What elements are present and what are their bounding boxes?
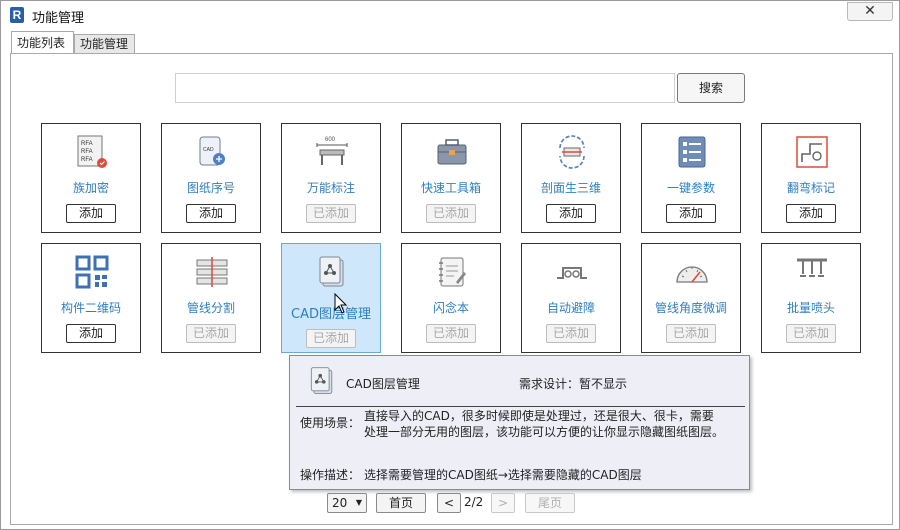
card-auto-avoid[interactable]: 自动避障 已添加 (521, 243, 621, 353)
added-button[interactable]: 已添加 (666, 324, 716, 343)
card-pipe-angle-adjust[interactable]: 管线角度微调 已添加 (641, 243, 741, 353)
auto-avoid-icon (557, 267, 587, 279)
bend-mark-icon (796, 136, 828, 168)
tab-function-manage[interactable]: 功能管理 (74, 34, 135, 54)
card-family-encrypt[interactable]: RFA RFA RFA 族加密 添加 (41, 123, 141, 233)
tab-function-list[interactable]: 功能列表 (11, 31, 74, 54)
feature-tooltip: CAD图层管理 需求设计：暂不显示 使用场景： 直接导入的CAD，很多时候即使是… (289, 355, 750, 490)
svg-text:RFA: RFA (81, 149, 93, 155)
added-button[interactable]: 已添加 (786, 324, 836, 343)
window-title: 功能管理 (32, 11, 85, 26)
add-button[interactable]: 添加 (666, 204, 716, 223)
search-button[interactable]: 搜索 (677, 73, 745, 103)
added-button[interactable]: 已添加 (186, 324, 236, 343)
search-input[interactable] (175, 73, 675, 103)
card-bend-mark[interactable]: 翻弯标记 添加 (761, 123, 861, 233)
cad-layer-icon (319, 256, 344, 287)
card-batch-sprinkler[interactable]: 批量喷头 已添加 (761, 243, 861, 353)
last-page-button[interactable]: 尾页 (525, 493, 575, 513)
cad-layer-icon (310, 367, 333, 394)
card-label: 图纸序号 (186, 181, 235, 195)
card-section-3d[interactable]: 剖面生三维 添加 (521, 123, 621, 233)
section-3d-icon (559, 135, 585, 169)
card-pipe-split[interactable]: 管线分割 已添加 (161, 243, 261, 353)
svg-text:RFA: RFA (81, 157, 93, 163)
card-label: 闪念本 (432, 301, 469, 315)
dimension-icon: 600 (316, 137, 348, 165)
add-button[interactable]: 添加 (66, 204, 116, 223)
card-label: 批量喷头 (786, 301, 835, 315)
prev-page-button[interactable]: < (437, 493, 461, 513)
card-idea-notebook[interactable]: 闪念本 已添加 (401, 243, 501, 353)
add-button[interactable]: 添加 (186, 204, 236, 223)
tooltip-scene-label: 使用场景： (300, 416, 361, 430)
title-bar: R 功能管理 ✕ (1, 1, 899, 29)
revit-app-icon: R (10, 7, 24, 23)
angle-gauge-icon (676, 266, 708, 283)
mouse-cursor-icon (334, 293, 348, 314)
card-label: 族加密 (72, 181, 109, 195)
tooltip-operation-label: 操作描述： (300, 468, 361, 482)
pipe-split-icon (196, 257, 228, 287)
card-label: 翻弯标记 (786, 181, 835, 195)
parameter-list-icon (678, 136, 706, 168)
cad-sheet-number-icon: CAD (199, 136, 225, 166)
tooltip-design-status: 需求设计：暂不显示 (519, 377, 628, 391)
notebook-icon (439, 257, 466, 287)
svg-text:600: 600 (325, 137, 336, 143)
added-button[interactable]: 已添加 (426, 204, 476, 223)
card-label: 自动避障 (546, 301, 595, 315)
add-button[interactable]: 添加 (66, 324, 116, 343)
tooltip-title: CAD图层管理 (346, 377, 420, 391)
sprinkler-icon (797, 258, 827, 277)
svg-text:RFA: RFA (81, 141, 93, 147)
function-manager-window: R 功能管理 ✕ 功能列表 功能管理 搜索 RFA RFA RFA 族加密 添加… (0, 0, 900, 530)
close-button[interactable]: ✕ (847, 2, 893, 21)
add-button[interactable]: 添加 (786, 204, 836, 223)
card-label: 一键参数 (666, 181, 715, 195)
tooltip-divider (296, 406, 745, 407)
added-button[interactable]: 已添加 (306, 204, 356, 223)
add-button[interactable]: 添加 (546, 204, 596, 223)
page-indicator: 2/2 (464, 495, 484, 509)
card-cad-layer-manage[interactable]: CAD图层管理 已添加 (281, 243, 381, 353)
card-label: 剖面生三维 (540, 181, 601, 195)
card-label: 万能标注 (306, 181, 355, 195)
svg-text:CAD: CAD (203, 147, 214, 153)
toolbox-icon (437, 139, 467, 165)
next-page-button[interactable]: > (491, 493, 515, 513)
tooltip-scene-text: 直接导入的CAD，很多时候即使是处理过，还是很大、很卡，需要处理一部分无用的图层… (364, 409, 725, 439)
page-size-select[interactable]: 20 ▼ (327, 493, 367, 513)
added-button[interactable]: 已添加 (306, 329, 356, 348)
added-button[interactable]: 已添加 (426, 324, 476, 343)
first-page-button[interactable]: 首页 (376, 493, 426, 513)
card-component-qr[interactable]: 构件二维码 添加 (41, 243, 141, 353)
chevron-down-icon: ▼ (355, 498, 362, 507)
card-label: CAD图层管理 (291, 307, 371, 322)
card-label: 构件二维码 (60, 301, 121, 315)
card-universal-dimension[interactable]: 600 万能标注 已添加 (281, 123, 381, 233)
card-quick-toolbox[interactable]: 快速工具箱 已添加 (401, 123, 501, 233)
qr-code-icon (75, 255, 109, 289)
added-button[interactable]: 已添加 (546, 324, 596, 343)
card-sheet-number[interactable]: CAD 图纸序号 添加 (161, 123, 261, 233)
card-label: 管线分割 (186, 301, 235, 315)
card-one-key-param[interactable]: 一键参数 添加 (641, 123, 741, 233)
card-label: 管线角度微调 (654, 301, 727, 315)
tooltip-operation-text: 选择需要管理的CAD图纸→选择需要隐藏的CAD图层 (364, 468, 642, 482)
rfa-lock-icon: RFA RFA RFA (77, 135, 107, 168)
card-label: 快速工具箱 (420, 181, 481, 195)
page-size-value: 20 (332, 496, 348, 510)
